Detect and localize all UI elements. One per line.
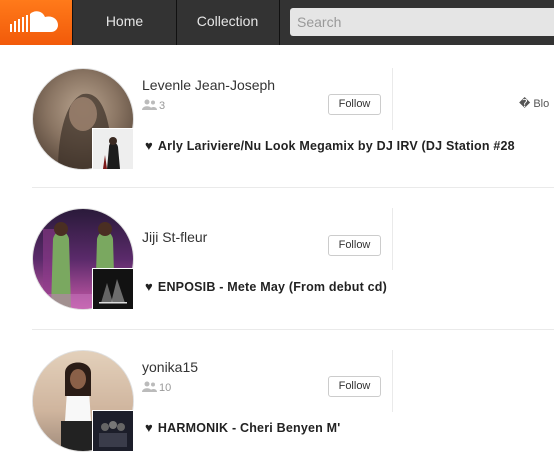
liked-track[interactable]: ♥ ENPOSIB - Mete May (From debut cd)	[145, 279, 387, 294]
track-artwork[interactable]	[92, 268, 134, 310]
user-name[interactable]: Jiji St-fleur	[142, 229, 207, 245]
nav-home[interactable]: Home	[72, 0, 177, 45]
user-name[interactable]: yonika15	[142, 359, 198, 375]
artwork-image	[93, 129, 133, 169]
follower-count-value: 10	[159, 382, 172, 394]
followers-icon	[142, 99, 157, 110]
follow-button[interactable]: Follow	[328, 235, 381, 256]
cloud-logo-icon	[10, 11, 58, 32]
follower-count: 3	[142, 99, 165, 112]
heart-icon: ♥	[145, 279, 153, 294]
column-divider	[392, 208, 393, 270]
user-name[interactable]: Levenle Jean-Joseph	[142, 77, 275, 93]
follower-count-value: 3	[159, 100, 166, 112]
top-nav-bar: Home Collection	[0, 0, 554, 45]
track-title[interactable]: Arly Lariviere/Nu Look Megamix by DJ IRV…	[158, 139, 515, 153]
followers-icon	[142, 381, 157, 392]
liked-track[interactable]: ♥ Arly Lariviere/Nu Look Megamix by DJ IR…	[145, 138, 515, 153]
liked-track[interactable]: ♥ HARMONIK - Cheri Benyen M'	[145, 420, 340, 435]
artwork-image	[93, 269, 133, 309]
follow-button[interactable]: Follow	[328, 94, 381, 115]
row-divider	[32, 329, 554, 330]
follower-count: 10	[142, 381, 171, 394]
search-input[interactable]	[290, 8, 554, 36]
follow-button[interactable]: Follow	[328, 376, 381, 397]
artwork-image	[93, 411, 133, 451]
column-divider	[392, 68, 393, 130]
track-artwork[interactable]	[92, 128, 134, 170]
heart-icon: ♥	[145, 420, 153, 435]
track-title[interactable]: HARMONIK - Cheri Benyen M'	[158, 421, 341, 435]
block-link[interactable]: � Blo	[519, 97, 549, 110]
soundcloud-logo[interactable]	[0, 0, 72, 45]
track-title[interactable]: ENPOSIB - Mete May (From debut cd)	[158, 280, 387, 294]
heart-icon: ♥	[145, 138, 153, 153]
column-divider	[392, 350, 393, 412]
nav-collection[interactable]: Collection	[176, 0, 280, 45]
track-artwork[interactable]	[92, 410, 134, 452]
row-divider	[32, 187, 554, 188]
